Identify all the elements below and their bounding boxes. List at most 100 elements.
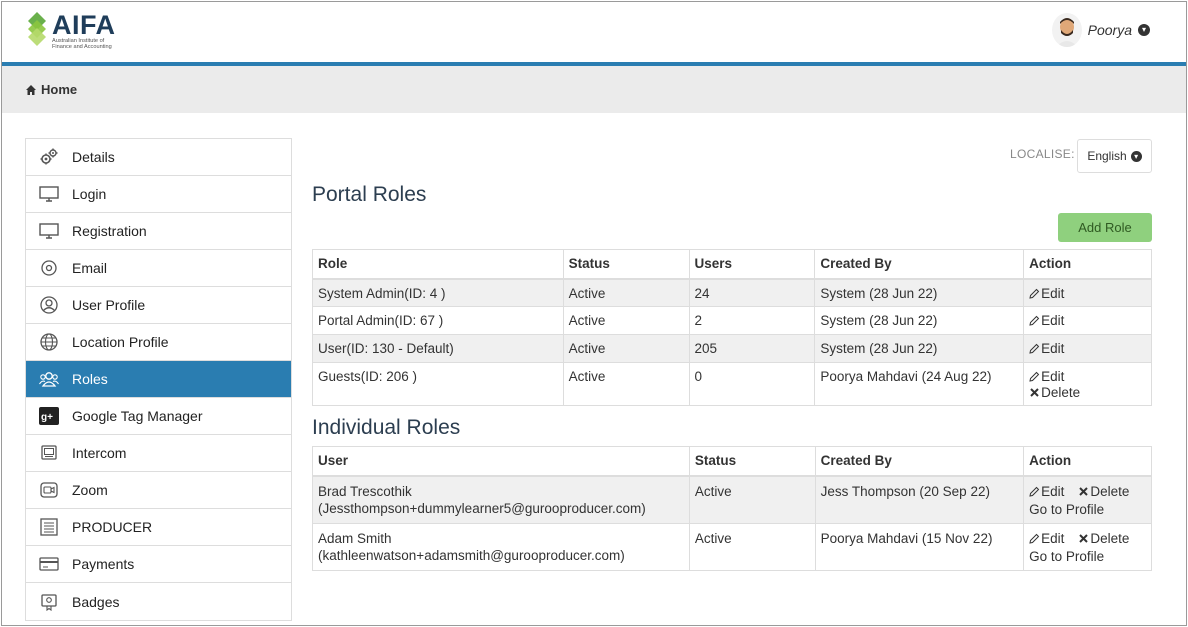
sidebar-item-registration[interactable]: Registration [26,213,291,250]
delete-link[interactable]: Delete [1029,385,1080,400]
cell-users: 24 [688,278,816,307]
column-header-action: Action [1023,446,1152,477]
portal-roles-title: Portal Roles [312,183,427,206]
table-row: System Admin(ID: 4 ) Active 24 System (2… [312,278,1152,307]
sidebar-item-location-profile[interactable]: Location Profile [26,324,291,361]
edit-label: Edit [1041,530,1065,546]
sidebar-item-intercom[interactable]: Intercom [26,435,291,472]
google-plus-icon: g+ [38,406,60,426]
table-row: User(ID: 130 - Default) Active 205 Syste… [312,334,1152,363]
go-to-profile-link[interactable]: Go to Profile [1029,549,1146,564]
sidebar-item-label: Intercom [72,445,127,461]
brand-name: AIFA [52,10,116,40]
delete-label: Delete [1041,385,1081,400]
sidebar-item-label: Location Profile [72,334,169,350]
breadcrumb[interactable]: Home [25,82,77,97]
column-header-created-by: Created By [814,249,1025,280]
individual-roles-table: User Status Created By Action Brad Tresc… [312,446,1152,571]
app-window: AIFA Australian Institute of Finance and… [1,1,1187,626]
edit-link[interactable]: Edit [1029,341,1064,356]
top-bar: AIFA Australian Institute of Finance and… [2,2,1186,62]
table-row: Brad Trescothik (Jessthompson+dummylearn… [312,475,1152,524]
table-header-row: Role Status Users Created By Action [312,249,1152,280]
sidebar-item-label: PRODUCER [72,519,153,535]
cell-action: Edit [1023,278,1152,307]
user-name: Poorya [1087,22,1132,38]
language-select[interactable]: English ▾ [1077,139,1152,173]
sidebar-item-label: Badges [72,593,120,610]
delete-link[interactable]: Delete [1078,484,1129,499]
column-header-status: Status [562,249,690,280]
edit-link[interactable]: Edit [1029,286,1064,301]
sidebar-item-producer[interactable]: PRODUCER [26,509,291,546]
cell-action: Edit Delete Go to Profile [1023,522,1152,571]
table-row: Guests(ID: 206 ) Active 0 Poorya Mahdavi… [312,362,1152,406]
close-icon [1079,486,1089,496]
cell-status: Active [688,522,816,571]
column-header-user: User [312,446,690,477]
breadcrumb-home[interactable]: Home [41,82,77,97]
cell-action: Edit [1023,306,1152,335]
sidebar-item-label: Registration [72,223,147,239]
user-email: (kathleenwatson+adamsmith@gurooproducer.… [318,547,625,563]
cell-status: Active [562,334,690,363]
sidebar-item-zoom[interactable]: Zoom [26,472,291,509]
delete-label: Delete [1090,483,1130,499]
sidebar-item-details[interactable]: Details [26,139,291,176]
edit-link[interactable]: Edit [1029,484,1064,499]
sidebar-item-user-profile[interactable]: User Profile [26,287,291,324]
sidebar-item-badges[interactable]: Badges [26,583,291,620]
edit-link[interactable]: Edit [1029,313,1064,328]
svg-text:g+: g+ [41,412,53,423]
sidebar-item-payments[interactable]: Payments [26,546,291,583]
go-to-profile-link[interactable]: Go to Profile [1029,502,1146,517]
monitor-icon [38,184,60,204]
user-circle-icon [38,295,60,315]
cell-role: Portal Admin(ID: 67 ) [312,306,564,335]
intercom-icon [38,443,60,463]
cell-action: Edit Delete [1023,362,1152,406]
cell-created-by: Poorya Mahdavi (24 Aug 22) [814,362,1025,406]
add-role-button[interactable]: Add Role [1058,213,1152,242]
cell-role: System Admin(ID: 4 ) [312,278,564,307]
sidebar-item-label: Google Tag Manager [72,408,203,424]
list-icon [38,517,60,537]
cell-users: 205 [688,334,816,363]
pencil-icon [1029,533,1040,544]
close-icon [1030,388,1039,397]
cell-created-by: Poorya Mahdavi (15 Nov 22) [814,522,1025,571]
edit-label: Edit [1041,369,1065,384]
language-value: English [1087,149,1127,163]
edit-label: Edit [1041,285,1065,301]
edit-link[interactable]: Edit [1029,531,1064,546]
table-header-row: User Status Created By Action [312,446,1152,477]
cell-created-by: Jess Thompson (20 Sep 22) [814,475,1025,524]
sidebar-item-google-tag-manager[interactable]: g+ Google Tag Manager [26,398,291,435]
avatar [1051,13,1082,47]
video-icon [38,480,60,500]
cell-status: Active [562,278,690,307]
logo-leaf-icon [28,12,46,46]
user-menu[interactable]: Poorya ▾ [1051,13,1150,47]
sidebar-item-label: Details [72,149,115,165]
cell-user: Adam Smith (kathleenwatson+adamsmith@gur… [312,522,690,571]
cell-status: Active [688,475,816,524]
pencil-icon [1029,315,1040,326]
pencil-icon [1029,288,1040,299]
user-name: Adam Smith [318,530,392,546]
column-header-status: Status [688,446,816,477]
sidebar-item-label: User Profile [72,297,146,313]
at-icon [38,258,60,278]
chevron-down-icon[interactable]: ▾ [1138,24,1150,36]
localise-label: LOCALISE: [1010,147,1075,161]
sidebar-item-login[interactable]: Login [26,176,291,213]
edit-label: Edit [1041,483,1065,499]
pencil-icon [1029,486,1040,497]
logo[interactable]: AIFA Australian Institute of Finance and… [26,12,116,50]
users-icon [38,369,60,389]
sidebar-item-email[interactable]: Email [26,250,291,287]
edit-link[interactable]: Edit [1029,369,1064,384]
delete-link[interactable]: Delete [1078,531,1129,546]
column-header-users: Users [688,249,816,280]
sidebar-item-roles[interactable]: Roles [26,361,291,398]
